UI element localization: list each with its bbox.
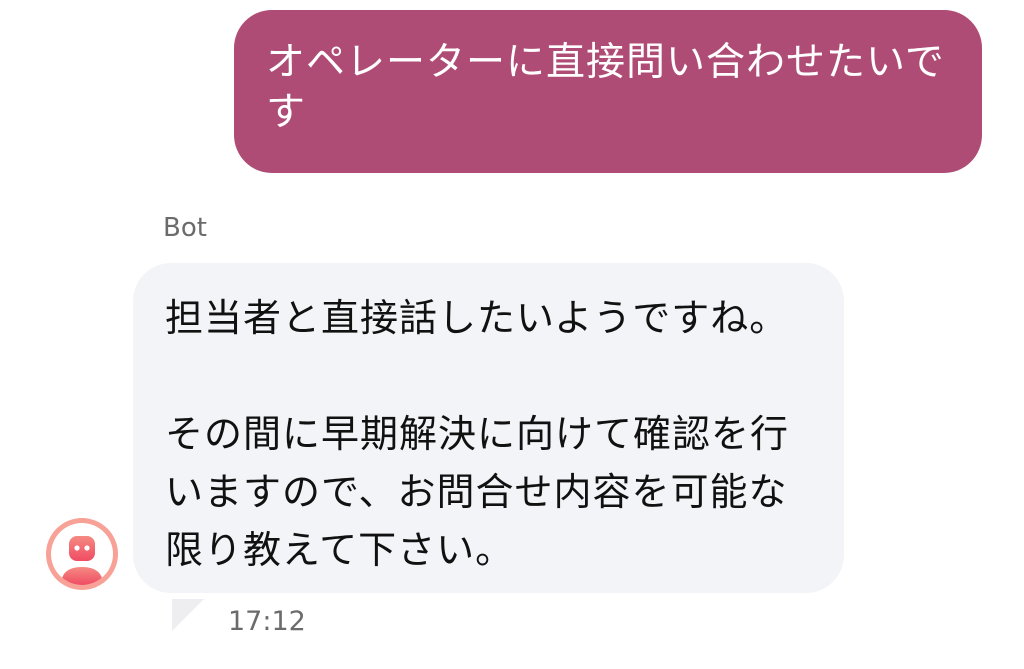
bot-message-text: 担当者と直接話したいようですね。 その間に早期解決に向けて確認を行いますので、お… xyxy=(165,296,790,572)
bot-sender-name: Bot xyxy=(163,213,207,243)
user-message-bubble: オペレーターに直接問い合わせたいです xyxy=(234,10,982,173)
bot-bubble-tail xyxy=(172,599,204,631)
message-timestamp: 17:12 xyxy=(228,606,306,637)
robot-avatar-icon xyxy=(61,536,103,585)
user-message-text: オペレーターに直接問い合わせたいです xyxy=(266,40,945,135)
bot-avatar[interactable] xyxy=(46,518,118,590)
bot-message-bubble: 担当者と直接話したいようですね。 その間に早期解決に向けて確認を行いますので、お… xyxy=(133,263,844,593)
